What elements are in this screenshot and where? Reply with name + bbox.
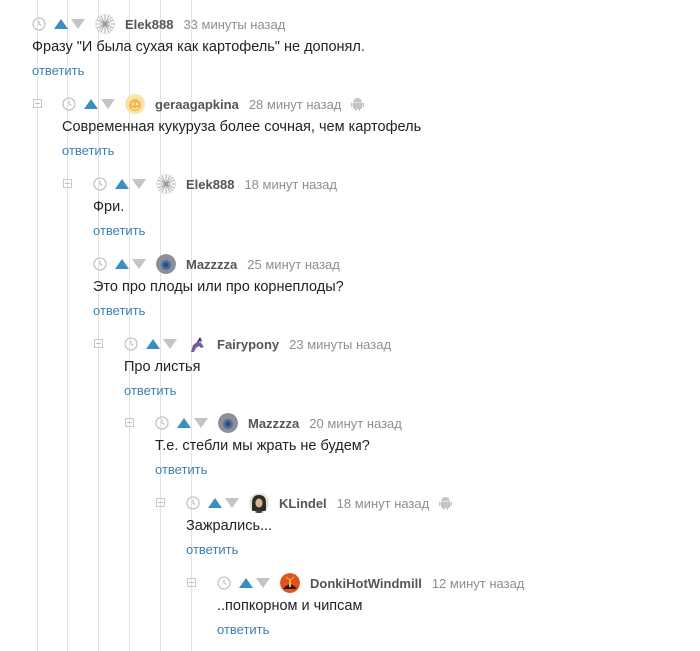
collapse-icon[interactable]: [187, 578, 196, 587]
android-icon: [439, 497, 453, 510]
collapse-icon[interactable]: [33, 99, 42, 108]
author-name[interactable]: KLindel: [279, 496, 327, 511]
author-name[interactable]: DonkiHotWindmill: [310, 576, 422, 591]
author-name[interactable]: Mazzzza: [248, 416, 299, 431]
collapse-icon[interactable]: [63, 179, 72, 188]
clock-icon: [93, 257, 107, 271]
collapse-icon[interactable]: [156, 498, 165, 507]
arrow-down-icon[interactable]: [132, 259, 146, 269]
clock-icon: [186, 496, 200, 510]
comment-time[interactable]: 18 минут назад: [337, 496, 430, 511]
collapse-icon[interactable]: [94, 339, 103, 348]
grey-blue-avatar[interactable]: [218, 413, 238, 433]
android-icon: [351, 98, 365, 111]
reply-link[interactable]: ответить: [93, 223, 145, 238]
arrow-up-icon[interactable]: [84, 99, 98, 109]
author-name[interactable]: Mazzzza: [186, 257, 237, 272]
author-name[interactable]: Fairypony: [217, 337, 279, 352]
reply-link[interactable]: ответить: [93, 303, 145, 318]
comment-text: Про листья: [124, 359, 201, 375]
comment-text: Фразу "И была сухая как картофель" не до…: [32, 39, 365, 55]
reply-link[interactable]: ответить: [32, 63, 84, 78]
arrow-down-icon[interactable]: [163, 339, 177, 349]
collapse-icon[interactable]: [125, 418, 134, 427]
orange-cartoon-avatar[interactable]: [125, 94, 145, 114]
arrow-down-icon[interactable]: [132, 179, 146, 189]
arrow-down-icon[interactable]: [194, 418, 208, 428]
comment-text: Фри.: [93, 199, 125, 215]
comment-time[interactable]: 33 минуты назад: [183, 17, 285, 32]
arrow-up-icon[interactable]: [146, 339, 160, 349]
portrait-avatar[interactable]: [249, 493, 269, 513]
comment-time[interactable]: 23 минуты назад: [289, 337, 391, 352]
reply-link[interactable]: ответить: [124, 383, 176, 398]
thread-line: [37, 0, 38, 651]
comment-time[interactable]: 25 минут назад: [247, 257, 340, 272]
arrow-down-icon[interactable]: [225, 498, 239, 508]
author-name[interactable]: Elek888: [186, 177, 234, 192]
comment-text: Это про плоды или про корнеплоды?: [93, 279, 344, 295]
comment-text: Современная кукуруза более сочная, чем к…: [62, 119, 422, 135]
reply-link[interactable]: ответить: [186, 542, 238, 557]
comment-time[interactable]: 18 минут назад: [244, 177, 337, 192]
author-name[interactable]: geraagapkina: [155, 97, 239, 112]
grey-blue-avatar[interactable]: [156, 254, 176, 274]
clock-icon: [217, 576, 231, 590]
arrow-up-icon[interactable]: [115, 179, 129, 189]
arrow-down-icon[interactable]: [101, 99, 115, 109]
clock-icon: [62, 97, 76, 111]
snowflake-avatar[interactable]: [95, 14, 115, 34]
reply-link[interactable]: ответить: [155, 462, 207, 477]
arrow-down-icon[interactable]: [256, 578, 270, 588]
comment-time[interactable]: 12 минут назад: [432, 576, 525, 591]
author-name[interactable]: Elek888: [125, 17, 173, 32]
arrow-up-icon[interactable]: [239, 578, 253, 588]
comment-text: Зажрались...: [186, 518, 273, 534]
clock-icon: [32, 17, 46, 31]
arrow-up-icon[interactable]: [115, 259, 129, 269]
clock-icon: [155, 416, 169, 430]
pony-avatar[interactable]: [187, 334, 207, 354]
clock-icon: [124, 337, 138, 351]
arrow-up-icon[interactable]: [177, 418, 191, 428]
snowflake-avatar[interactable]: [156, 174, 176, 194]
clock-icon: [93, 177, 107, 191]
reply-link[interactable]: ответить: [62, 143, 114, 158]
arrow-up-icon[interactable]: [208, 498, 222, 508]
comment-text: ..попкорном и чипсам: [217, 598, 363, 614]
comment-time[interactable]: 28 минут назад: [249, 97, 342, 112]
windmill-avatar[interactable]: [280, 573, 300, 593]
comment-time[interactable]: 20 минут назад: [309, 416, 402, 431]
arrow-up-icon[interactable]: [54, 19, 68, 29]
reply-link[interactable]: ответить: [217, 622, 269, 637]
arrow-down-icon[interactable]: [71, 19, 85, 29]
comment-text: Т.е. стебли мы жрать не будем?: [155, 438, 370, 454]
